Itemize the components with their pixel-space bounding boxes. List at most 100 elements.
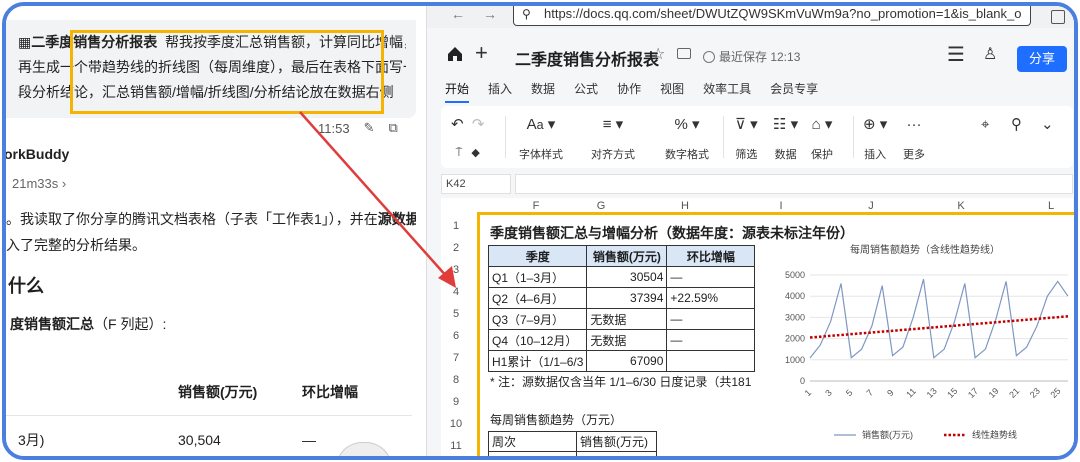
row-number[interactable]: 6 (441, 330, 471, 342)
chart-title: 每周销售额趋势（含线性趋势线） (850, 243, 1000, 256)
section-heading: 什么 (8, 276, 44, 296)
row-number[interactable]: 8 (441, 374, 471, 386)
y-tick-label: 2000 (785, 334, 805, 344)
back-icon[interactable]: ← (451, 6, 465, 22)
folder-icon[interactable] (677, 48, 691, 59)
row-number[interactable]: 3 (441, 264, 471, 276)
number-format-button[interactable]: % ▾ 数字格式 (665, 114, 709, 162)
analysis-note[interactable]: * 注：源数据仅含当年 1/1–6/30 日度记录（共181天 (490, 373, 752, 390)
tab-collab[interactable]: 协作 (617, 80, 641, 103)
format-painter-icon[interactable]: ⍑ (456, 147, 463, 159)
spreadsheet-grid[interactable]: F G H I J K L 1 2 3 4 5 6 7 8 9 10 11 12… (441, 198, 1074, 456)
x-tick-label: 19 (987, 386, 1001, 400)
data-button[interactable]: ☷ ▾ 数据 (773, 114, 798, 162)
undo-icon[interactable]: ↶ (451, 116, 464, 133)
more-icon: ··· (906, 116, 922, 133)
menu-icon[interactable]: ☰ (947, 42, 965, 67)
user-icon[interactable]: ♙ (983, 44, 997, 64)
x-tick-label: 23 (1028, 386, 1042, 400)
sales-series-line (809, 279, 1069, 359)
browser-toolbar: ← → ⚲ https://docs.qq.com/sheet/DWUtZQW9… (427, 6, 1074, 28)
protect-button[interactable]: ⌂ ▾ 保护 (811, 114, 833, 162)
weekly-table[interactable]: 周次销售额(万元) 11083 (488, 431, 657, 456)
legend-label: 线性趋势线 (972, 429, 1017, 440)
y-tick-label: 5000 (785, 270, 805, 280)
more-button[interactable]: ··· 更多 (903, 114, 925, 162)
chevron-right-icon: › (61, 176, 67, 191)
filter-icon: ⊽ ▾ (735, 116, 758, 133)
filter-button[interactable]: ⊽ ▾ 筛选 (735, 114, 758, 162)
window-restore-icon[interactable] (1051, 10, 1065, 24)
check-circle-icon (703, 51, 715, 63)
table-header: 销售额(万元) 环比增幅 (6, 368, 412, 416)
brush-icon[interactable]: ⌖ (981, 114, 989, 136)
tab-home[interactable]: 开始 (445, 80, 470, 103)
row-number[interactable]: 5 (441, 308, 471, 320)
row-number[interactable]: 2 (441, 242, 471, 254)
quarter-summary-table[interactable]: 季度 销售额(万元) 环比增幅 Q1（1–3月） 30504— Q2（4–6月） 3… (487, 245, 756, 372)
forward-icon[interactable]: → (483, 6, 497, 22)
x-tick-label: 15 (945, 386, 959, 400)
weekly-trend-chart[interactable]: 每周销售额趋势（含线性趋势线）0100020003000400050001 3 5 7… (768, 239, 1078, 456)
lock-icon: ⚲ (522, 7, 531, 21)
legend-label: 销售额(万元) (862, 429, 913, 440)
x-tick-label: 11 (904, 386, 918, 400)
font-style-button[interactable]: Aa ▾ 字体样式 (519, 114, 563, 162)
tab-data[interactable]: 数据 (531, 80, 555, 103)
align-button[interactable]: ≡ ▾ 对齐方式 (591, 114, 635, 162)
cell-reference[interactable]: K42 (441, 174, 511, 194)
bot-paragraph: 。我读取了你分享的腾讯文档表格（子表「工作表1」），并在源数据 入了完整的分析结… (6, 211, 416, 253)
chevron-down-icon[interactable]: ⌄ (1041, 114, 1054, 136)
tab-member[interactable]: 会员专享 (770, 80, 818, 103)
ribbon-tabs: 开始 插入 数据 公式 协作 视图 效率工具 会员专享 (445, 80, 837, 103)
x-tick-label: 21 (1007, 386, 1021, 400)
summary-table: 销售额(万元) 环比增幅 3月) 30,504 — (6, 368, 412, 456)
subsection-heading: 度销售额汇总（F 列起）: (10, 316, 167, 332)
y-tick-label: 0 (800, 376, 805, 386)
document-title[interactable]: 二季度销售分析报表 (515, 46, 659, 70)
weekly-section-title[interactable]: 每周销售额趋势（万元） (490, 411, 622, 428)
home-icon[interactable] (447, 46, 463, 62)
redo-icon[interactable]: ↷ (472, 116, 485, 133)
plus-circle-icon: ⊕ ▾ (863, 116, 888, 133)
tab-efficiency[interactable]: 效率工具 (703, 80, 751, 103)
row-number[interactable]: 7 (441, 352, 471, 364)
formula-bar[interactable] (515, 174, 1073, 194)
chat-panel: ▦二季度销售分析报表 帮我按季度汇总销售额，计算同比增幅， 再生成一个带趋势线的… (6, 6, 422, 456)
trend-line (809, 315, 1069, 339)
tab-view[interactable]: 视图 (660, 80, 684, 103)
x-tick-label: 7 (864, 388, 875, 399)
tab-formula[interactable]: 公式 (574, 80, 598, 103)
address-bar[interactable]: ⚲ https://docs.qq.com/sheet/DWUtZQW9SKmV… (513, 6, 1031, 26)
y-tick-label: 3000 (785, 312, 805, 322)
insert-button[interactable]: ⊕ ▾ 插入 (863, 114, 887, 162)
app-header: + 二季度销售分析报表 ☆ 最近保存 12:13 ☰ ♙ 分享 (427, 34, 1074, 74)
pencil-icon[interactable]: ✎ (364, 120, 375, 136)
row-number[interactable]: 4 (441, 286, 471, 298)
search-icon[interactable]: ⚲ (1011, 114, 1022, 136)
y-tick-label: 1000 (785, 355, 805, 365)
bot-elapsed[interactable]: 21m33s › (12, 176, 66, 191)
x-tick-label: 17 (966, 386, 980, 400)
row-number[interactable]: 9 (441, 396, 471, 408)
x-tick-label: 25 (1048, 386, 1062, 400)
x-tick-label: 5 (844, 388, 855, 399)
row-number[interactable]: 11 (441, 440, 471, 452)
lock-icon: ⌂ ▾ (811, 116, 833, 133)
star-icon[interactable]: ☆ (651, 44, 665, 64)
row-number[interactable]: 10 (441, 418, 471, 430)
copy-icon[interactable]: ⧉ (388, 120, 397, 136)
x-tick-label: 3 (823, 388, 834, 399)
data-icon: ☷ ▾ (773, 116, 799, 133)
eraser-icon[interactable]: ◆ (471, 147, 479, 159)
screenshot-frame: ▦二季度销售分析报表 帮我按季度汇总销售额，计算同比增幅， 再生成一个带趋势线的… (2, 2, 1078, 460)
x-tick-label: 9 (885, 388, 896, 399)
row-number[interactable]: 1 (441, 220, 471, 232)
message-meta: 11:53 ✎ ⧉ (318, 120, 398, 136)
new-doc-icon[interactable]: + (475, 40, 488, 66)
ribbon-toolbar: ↶ ↷ ⍑ ◆ Aa ▾ 字体样式 ≡ ▾ 对齐方式 % ▾ 数字格式 ⊽ ▾ 筛选 ☷… (441, 106, 1073, 168)
tab-insert[interactable]: 插入 (488, 80, 512, 103)
browser-panel: ← → ⚲ https://docs.qq.com/sheet/DWUtZQW9… (426, 6, 1074, 456)
share-button[interactable]: 分享 (1017, 46, 1067, 72)
chevron-down-icon[interactable]: ⌄ (186, 450, 196, 456)
